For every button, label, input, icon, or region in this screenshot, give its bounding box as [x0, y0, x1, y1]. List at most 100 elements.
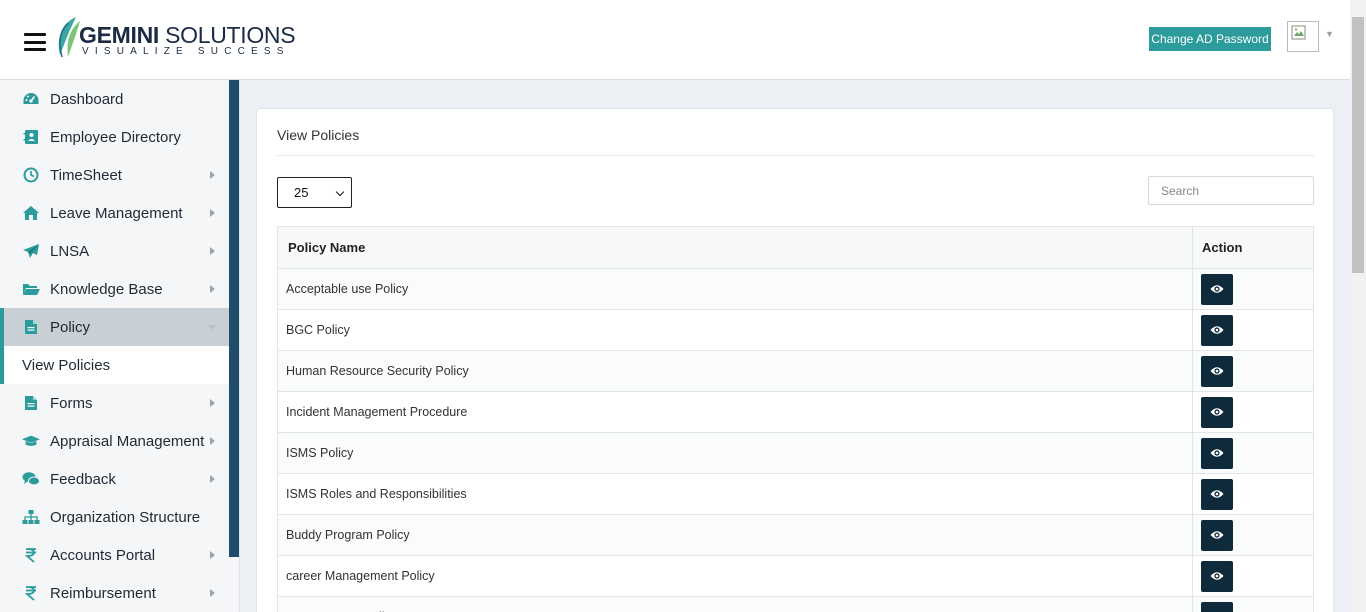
- action-cell: [1192, 596, 1314, 612]
- sidebar-item-label: Forms: [50, 394, 93, 412]
- eye-icon: [1210, 449, 1224, 457]
- eye-icon: [1210, 490, 1224, 498]
- chevron-right-icon: [210, 209, 215, 217]
- sidebar-item-label: Organization Structure: [50, 508, 201, 526]
- sidebar-subitem-label: View Policies: [22, 357, 111, 374]
- eye-icon: [1210, 408, 1224, 416]
- chevron-down-icon: [335, 187, 345, 197]
- clock-icon: [22, 167, 40, 183]
- action-cell: [1192, 268, 1314, 310]
- page-scrollbar[interactable]: [1350, 0, 1366, 612]
- chevron-right-icon: [210, 399, 215, 407]
- policy-name-cell: Incident Management Procedure: [277, 391, 1193, 433]
- policy-name-cell: ISMS Policy: [277, 432, 1193, 474]
- sidebar-item-label: Knowledge Base: [50, 280, 163, 298]
- eye-icon: [1210, 572, 1224, 580]
- chevron-right-icon: [210, 589, 215, 597]
- page-title: View Policies: [277, 127, 360, 143]
- document-icon: [22, 395, 40, 411]
- sidebar-subitem-view-policies[interactable]: View Policies: [0, 346, 229, 384]
- chevron-right-icon: [210, 437, 215, 445]
- policy-name-cell: Bereavement Policy: [277, 596, 1193, 612]
- table-row: Bereavement Policy: [277, 596, 1314, 612]
- change-ad-password-button[interactable]: Change AD Password: [1149, 27, 1271, 51]
- sidebar-item-leave-management[interactable]: Leave Management: [0, 194, 229, 232]
- eye-icon: [1210, 367, 1224, 375]
- view-policy-button[interactable]: [1201, 478, 1233, 510]
- table-row: ISMS Roles and Responsibilities: [277, 473, 1314, 515]
- table-row: career Management Policy: [277, 555, 1314, 597]
- paper-plane-icon: [22, 243, 40, 259]
- sidebar-item-timesheet[interactable]: TimeSheet: [0, 156, 229, 194]
- chevron-right-icon: [210, 551, 215, 559]
- sidebar-item-label: Appraisal Management: [50, 432, 205, 450]
- action-cell: [1192, 350, 1314, 392]
- sidebar-item-label: Accounts Portal: [50, 546, 156, 564]
- sidebar-item-policy[interactable]: Policy: [0, 308, 229, 346]
- view-policy-button[interactable]: [1201, 601, 1233, 612]
- sidebar-item-label: TimeSheet: [50, 166, 122, 184]
- chevron-right-icon: [210, 475, 215, 483]
- view-policy-button[interactable]: [1201, 314, 1233, 346]
- view-policy-button[interactable]: [1201, 355, 1233, 387]
- policy-name-cell: Human Resource Security Policy: [277, 350, 1193, 392]
- sidebar-item-label: Dashboard: [50, 90, 124, 108]
- sidebar-item-label: Feedback: [50, 470, 116, 488]
- dashboard-icon: [22, 91, 40, 107]
- eye-icon: [1210, 285, 1224, 293]
- sidebar-item-label: Policy: [50, 318, 91, 336]
- sidebar-scroll-rail[interactable]: [229, 80, 239, 557]
- view-policy-button[interactable]: [1201, 437, 1233, 469]
- brand-name: GEMINI SOLUTIONS: [79, 22, 296, 48]
- policy-name-cell: Buddy Program Policy: [277, 514, 1193, 556]
- top-header: GEMINI SOLUTIONS VISUALIZE SUCCESS Chang…: [0, 0, 1350, 80]
- view-policy-button[interactable]: [1201, 273, 1233, 305]
- sidebar-item-dashboard[interactable]: Dashboard: [0, 80, 229, 118]
- sidebar-item-employee-directory[interactable]: Employee Directory: [0, 118, 229, 156]
- sidebar-item-lnsa[interactable]: LNSA: [0, 232, 229, 270]
- title-divider: [277, 155, 1314, 156]
- search-input[interactable]: [1148, 176, 1314, 205]
- home-icon: [22, 205, 40, 221]
- rupee-icon: [22, 547, 40, 563]
- chevron-right-icon: [210, 285, 215, 293]
- table-row: Incident Management Procedure: [277, 391, 1314, 433]
- document-icon: [22, 319, 40, 335]
- table-header-row: Policy Name Action: [277, 226, 1314, 269]
- sidebar-item-appraisal-management[interactable]: Appraisal Management: [0, 422, 229, 460]
- sidebar-item-label: Reimbursement: [50, 584, 156, 602]
- menu-toggle-icon[interactable]: [24, 33, 46, 51]
- action-cell: [1192, 473, 1314, 515]
- sidebar: Dashboard Employee Directory TimeSheet L…: [0, 80, 240, 612]
- sidebar-item-accounts-portal[interactable]: Accounts Portal: [0, 536, 229, 574]
- policies-card: View Policies 25 Policy Name Action Acce…: [256, 108, 1334, 612]
- chevron-down-icon[interactable]: ▼: [1325, 29, 1334, 39]
- view-policy-button[interactable]: [1201, 396, 1233, 428]
- page-size-select[interactable]: 25: [277, 177, 352, 208]
- scrollbar-thumb[interactable]: [1352, 17, 1364, 273]
- folder-open-icon: [22, 281, 40, 297]
- column-header-policy-name[interactable]: Policy Name: [277, 226, 1193, 269]
- rupee-icon: [22, 585, 40, 601]
- column-header-action: Action: [1192, 226, 1314, 269]
- sidebar-item-forms[interactable]: Forms: [0, 384, 229, 422]
- view-policy-button[interactable]: [1201, 519, 1233, 551]
- user-avatar[interactable]: [1287, 21, 1319, 52]
- sidebar-item-organization-structure[interactable]: Organization Structure: [0, 498, 229, 536]
- chevron-right-icon: [210, 247, 215, 255]
- chevron-right-icon: [210, 171, 215, 179]
- policy-name-cell: BGC Policy: [277, 309, 1193, 351]
- eye-icon: [1210, 326, 1224, 334]
- sidebar-item-knowledge-base[interactable]: Knowledge Base: [0, 270, 229, 308]
- sidebar-item-reimbursement[interactable]: Reimbursement: [0, 574, 229, 612]
- brand-logo[interactable]: GEMINI SOLUTIONS VISUALIZE SUCCESS: [54, 15, 296, 61]
- sidebar-item-label: LNSA: [50, 242, 90, 260]
- policies-table: Policy Name Action Acceptable use Policy…: [277, 226, 1314, 612]
- table-row: Buddy Program Policy: [277, 514, 1314, 556]
- policy-name-cell: ISMS Roles and Responsibilities: [277, 473, 1193, 515]
- policy-name-cell: Acceptable use Policy: [277, 268, 1193, 310]
- broken-image-icon: [1291, 25, 1306, 40]
- sidebar-item-feedback[interactable]: Feedback: [0, 460, 229, 498]
- chat-bubbles-icon: [22, 471, 40, 487]
- view-policy-button[interactable]: [1201, 560, 1233, 592]
